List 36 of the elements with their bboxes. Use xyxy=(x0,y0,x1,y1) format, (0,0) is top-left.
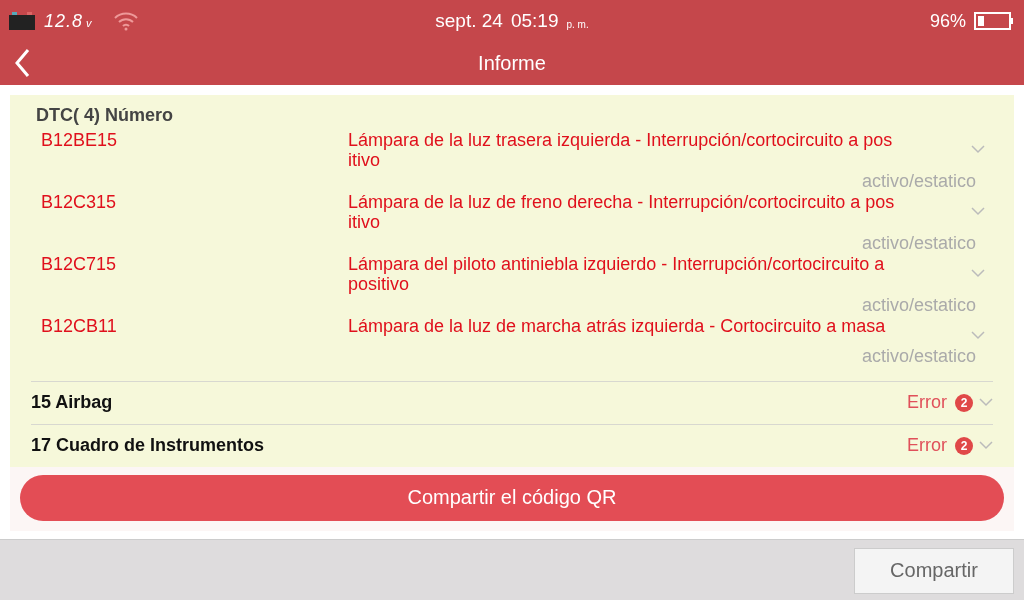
dtc-status: activo/estatico xyxy=(861,232,976,253)
battery-percent: 96% xyxy=(929,10,966,32)
share-qr-button[interactable]: Compartir el código QR xyxy=(20,474,1004,521)
system-name: 15 Airbag xyxy=(31,392,113,414)
error-count-badge: 2 xyxy=(955,436,973,455)
chevron-down-icon[interactable] xyxy=(979,398,993,408)
dtc-code: B12C715 xyxy=(41,253,118,276)
battery-voltage: 12.8 v xyxy=(44,10,93,32)
dtc-description: Lámpara del piloto antiniebla izquierdo - Interrupción/cortocircuito a positivo xyxy=(348,253,886,294)
share-button[interactable]: Compartir xyxy=(854,547,1014,594)
system-result: Error xyxy=(907,392,947,414)
error-count-badge: 2 xyxy=(955,393,973,412)
status-time: 05:19 xyxy=(510,10,559,32)
dtc-heading: DTC( 4) Número xyxy=(35,104,174,126)
dtc-status: activo/estatico xyxy=(861,294,976,315)
system-name: 17 Cuadro de Instrumentos xyxy=(31,435,265,457)
dtc-description: Lámpara de la luz trasera izquierda - Interrupción/cortocircuito a pos itivo xyxy=(348,129,894,170)
status-ampm: p. m. xyxy=(566,18,589,30)
status-date: sept. 24 xyxy=(435,10,503,32)
header-title: Informe xyxy=(478,51,546,75)
dtc-code: B12BE15 xyxy=(41,129,119,152)
wifi-icon xyxy=(112,11,139,31)
dtc-code: B12CB11 xyxy=(41,315,118,338)
system-result: Error xyxy=(907,435,947,457)
dtc-description: Lámpara de la luz de marcha atrás izquierda - Cortocircuito a masa xyxy=(348,315,887,338)
chevron-down-icon[interactable] xyxy=(971,330,985,340)
chevron-down-icon[interactable] xyxy=(971,206,985,216)
chevron-down-icon[interactable] xyxy=(971,144,985,154)
car-battery-icon xyxy=(8,11,36,31)
battery-icon xyxy=(974,11,1014,31)
chevron-down-icon[interactable] xyxy=(979,441,993,451)
dtc-status: activo/estatico xyxy=(861,170,976,191)
chevron-down-icon[interactable] xyxy=(971,268,985,278)
dtc-description: Lámpara de la luz de freno derecha - Interrupción/cortocircuito a pos itivo xyxy=(348,191,896,232)
dtc-status: activo/estatico xyxy=(861,345,976,366)
dtc-code: B12C315 xyxy=(41,191,118,214)
